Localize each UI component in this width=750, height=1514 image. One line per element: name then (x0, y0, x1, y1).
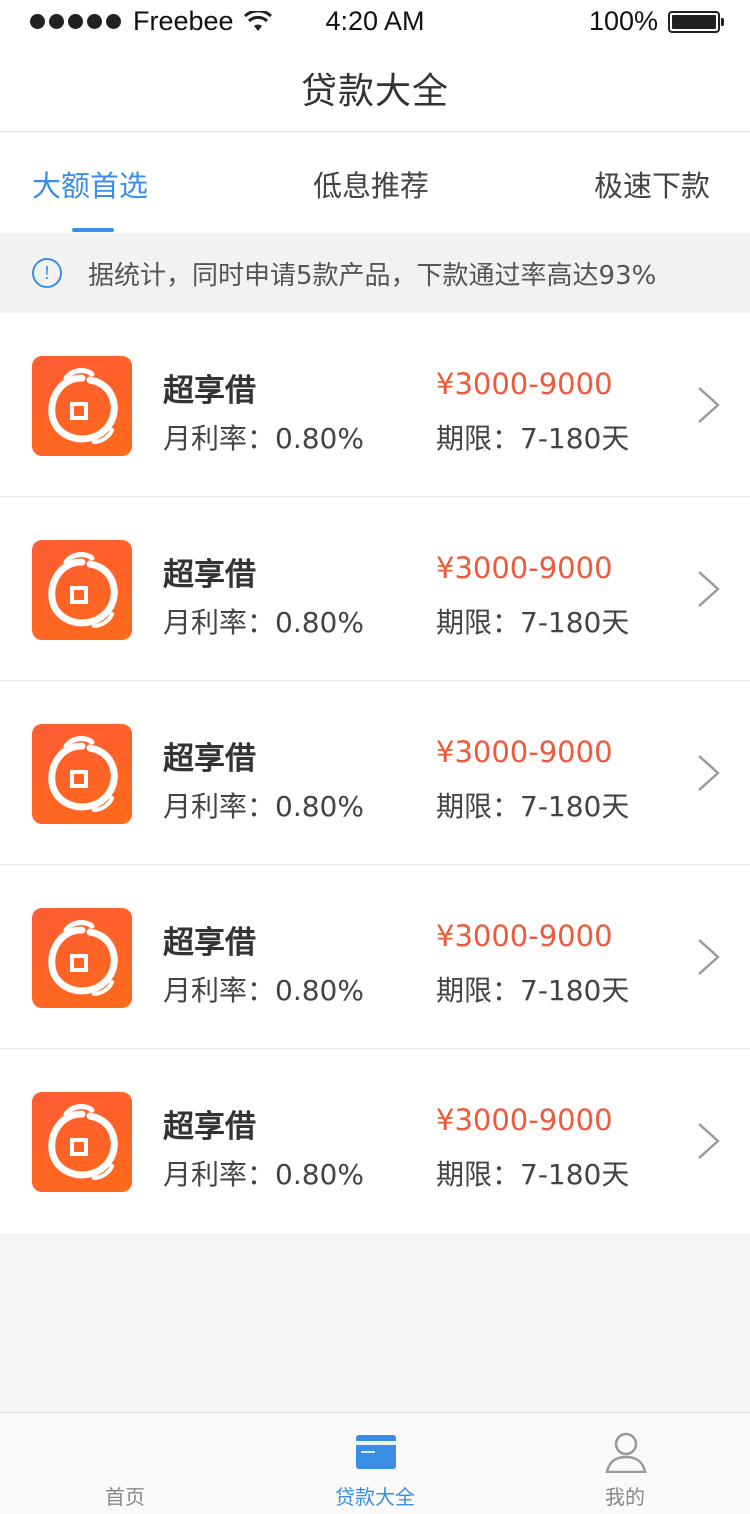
notice-text: 据统计，同时申请5款产品，下款通过率高达93% (88, 260, 657, 291)
chevron-right-icon (698, 387, 720, 423)
product-name: 超享借 (163, 1109, 256, 1145)
product-name: 超享借 (163, 741, 256, 777)
chevron-right-icon (698, 1123, 720, 1159)
product-logo-icon (32, 540, 132, 640)
chevron-right-icon (698, 571, 720, 607)
card-icon (356, 1435, 396, 1469)
product-item[interactable]: 超享借 月利率：0.80% ¥3000-9000 期限：7-180天 (0, 865, 750, 1049)
product-name: 超享借 (163, 557, 256, 593)
product-logo-icon (32, 724, 132, 824)
product-term: 期限：7-180天 (436, 974, 630, 1007)
product-rate: 月利率：0.80% (163, 422, 364, 455)
tabbar-home[interactable]: 首页 (0, 1413, 250, 1514)
product-item[interactable]: 超享借 月利率：0.80% ¥3000-9000 期限：7-180天 (0, 497, 750, 681)
active-tab-indicator (72, 228, 114, 232)
product-logo-icon (32, 1092, 132, 1192)
tab-low-interest[interactable]: 低息推荐 (313, 133, 429, 233)
chevron-right-icon (698, 755, 720, 791)
status-bar: Freebee 4:20 AM 100% (0, 0, 750, 44)
tab-large-amount[interactable]: 大额首选 (32, 133, 148, 233)
chevron-right-icon (698, 939, 720, 975)
battery-icon (668, 10, 724, 33)
tabbar-home-label: 首页 (105, 1485, 145, 1509)
product-amount: ¥3000-9000 (436, 735, 613, 769)
notice-banner: ! 据统计，同时申请5款产品，下款通过率高达93% (0, 233, 750, 313)
battery-percent: 100% (588, 6, 658, 36)
product-term: 期限：7-180天 (436, 422, 630, 455)
product-amount: ¥3000-9000 (436, 551, 613, 585)
product-rate: 月利率：0.80% (163, 790, 364, 823)
tabbar-loans-label: 贷款大全 (335, 1485, 415, 1509)
product-rate: 月利率：0.80% (163, 1158, 364, 1191)
product-term: 期限：7-180天 (436, 790, 630, 823)
bottom-tab-bar: 首页 贷款大全 我的 (0, 1412, 750, 1514)
page-title: 贷款大全 (300, 70, 449, 112)
product-amount: ¥3000-9000 (436, 919, 613, 953)
product-list: 超享借 月利率：0.80% ¥3000-9000 期限：7-180天 超享借 月… (0, 313, 750, 1233)
product-name: 超享借 (163, 373, 256, 409)
tabbar-mine[interactable]: 我的 (500, 1413, 750, 1514)
tabbar-loans[interactable]: 贷款大全 (250, 1413, 500, 1514)
product-logo-icon (32, 908, 132, 1008)
product-amount: ¥3000-9000 (436, 1103, 613, 1137)
product-term: 期限：7-180天 (436, 1158, 630, 1191)
product-rate: 月利率：0.80% (163, 606, 364, 639)
info-icon: ! (32, 258, 62, 288)
product-item[interactable]: 超享借 月利率：0.80% ¥3000-9000 期限：7-180天 (0, 1049, 750, 1233)
product-term: 期限：7-180天 (436, 606, 630, 639)
product-amount: ¥3000-9000 (436, 367, 613, 401)
product-item[interactable]: 超享借 月利率：0.80% ¥3000-9000 期限：7-180天 (0, 313, 750, 497)
product-rate: 月利率：0.80% (163, 974, 364, 1007)
tabbar-mine-label: 我的 (605, 1485, 645, 1509)
user-icon (605, 1432, 647, 1473)
nav-bar: 贷款大全 (0, 44, 750, 132)
product-logo-icon (32, 356, 132, 456)
product-item[interactable]: 超享借 月利率：0.80% ¥3000-9000 期限：7-180天 (0, 681, 750, 865)
status-right: 100% (588, 6, 724, 37)
product-name: 超享借 (163, 925, 256, 961)
category-tabs: 大额首选 低息推荐 极速下款 (0, 133, 750, 233)
tab-fast-loan[interactable]: 极速下款 (594, 133, 710, 233)
